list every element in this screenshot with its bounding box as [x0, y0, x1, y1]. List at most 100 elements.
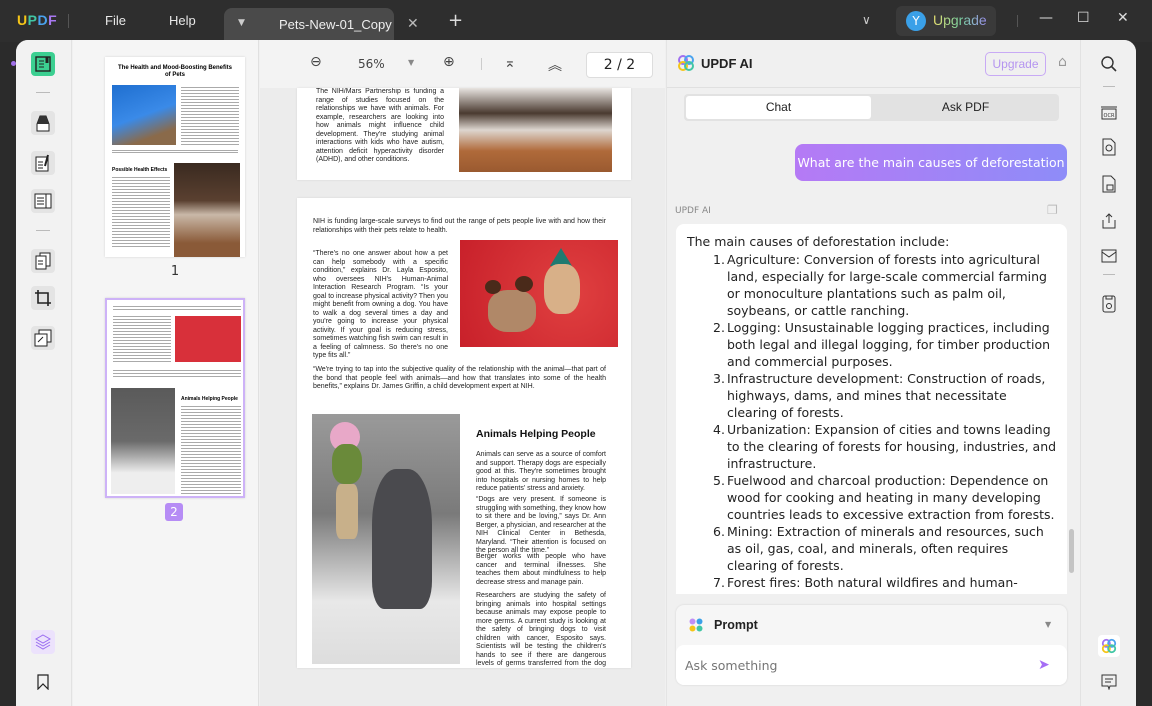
- chat-scrollbar[interactable]: [1069, 529, 1074, 573]
- text-lines: [113, 316, 171, 364]
- search-icon[interactable]: [1099, 54, 1119, 74]
- rail-divider: [1103, 274, 1115, 275]
- updf-ai-logo-icon: [678, 55, 694, 71]
- tab-ask-pdf[interactable]: Ask PDF: [874, 96, 1057, 119]
- response-item: 4. Urbanization: Expansion of cities and …: [713, 422, 1057, 471]
- organize-icon[interactable]: [31, 189, 55, 213]
- section-heading: Animals Helping People: [476, 428, 596, 440]
- intro-paragraph: NIH is funding large-scale surveys to fi…: [313, 218, 606, 234]
- esposito-quote: “There's no one answer about how a pet c…: [313, 250, 448, 359]
- text-lines: [112, 177, 170, 249]
- watermark-icon[interactable]: [31, 326, 55, 350]
- edit-text-icon[interactable]: [31, 151, 55, 175]
- page-number-input[interactable]: 2 / 2: [586, 52, 653, 78]
- text-lines: [113, 306, 241, 312]
- page1-paragraph: The NIH/Mars Partnership is funding a ra…: [316, 88, 444, 163]
- app-window: The Health and Mood-Boosting Benefits of…: [16, 40, 1136, 706]
- close-window-icon[interactable]: ✕: [1117, 10, 1129, 26]
- section-paragraph-4: Researchers are studying the safety of b…: [476, 592, 606, 667]
- thumbnail-page-1[interactable]: The Health and Mood-Boosting Benefits of…: [105, 57, 245, 257]
- tab-chat[interactable]: Chat: [686, 96, 871, 119]
- zoom-in-icon[interactable]: ⊕: [443, 54, 455, 70]
- document-viewer: ⊖ 56% ▼ ⊕ ⌅ ︽ 2 / 2 The NIH/Mars Partner…: [260, 40, 665, 706]
- ai-response: The main causes of deforestation include…: [676, 224, 1067, 594]
- highlighter-icon[interactable]: [31, 111, 55, 135]
- new-tab-icon[interactable]: +: [448, 10, 463, 31]
- gray-cat-photo: [312, 414, 460, 664]
- crop-icon[interactable]: [31, 286, 55, 310]
- bookmark-icon[interactable]: [31, 670, 55, 694]
- copy-icon[interactable]: ❐: [1047, 203, 1058, 217]
- save-icon[interactable]: [1099, 294, 1119, 314]
- page-number-1[interactable]: 1: [169, 264, 181, 279]
- ai-title: UPDF AI: [701, 56, 753, 71]
- upgrade-account-button[interactable]: Y Upgrade: [896, 6, 996, 36]
- response-item: 1. Agriculture: Conversion of forests int…: [713, 252, 1047, 318]
- dog-cat-photo: [174, 163, 240, 257]
- pdf-page-2: NIH is funding large-scale surveys to fi…: [297, 198, 631, 668]
- reader-mode-icon[interactable]: [31, 52, 55, 76]
- first-page-icon[interactable]: ⌅: [504, 55, 516, 71]
- tab-title: Pets-New-01_Copy: [279, 17, 392, 32]
- prompt-selector[interactable]: Prompt: [714, 618, 758, 632]
- cat-photo: [112, 85, 176, 145]
- ai-upgrade-button[interactable]: Upgrade: [985, 52, 1046, 76]
- prompt-dropdown-icon[interactable]: ▼: [1045, 620, 1051, 629]
- updf-logo: UPDF: [17, 12, 58, 28]
- ocr-icon[interactable]: OCR: [1099, 102, 1119, 122]
- svg-text:OCR: OCR: [1104, 113, 1115, 119]
- text-lines: [181, 406, 241, 494]
- prompt-icon: [689, 618, 703, 632]
- response-item: 5. Fuelwood and charcoal production: Depe…: [713, 473, 1055, 522]
- maximize-icon[interactable]: ☐: [1077, 10, 1090, 26]
- thumb-heading-2: Animals Helping People: [181, 396, 238, 402]
- email-icon[interactable]: [1099, 246, 1119, 266]
- rail-divider: [36, 92, 50, 93]
- tab-dropdown-icon[interactable]: ▼: [238, 18, 245, 28]
- title-divider: [68, 14, 69, 28]
- prompt-box: Prompt ▼ ➤: [676, 605, 1067, 685]
- menu-file[interactable]: File: [105, 13, 126, 28]
- layers-icon[interactable]: [31, 630, 55, 654]
- ask-input[interactable]: [676, 645, 1067, 685]
- thumbnail-page-2[interactable]: Animals Helping People: [105, 298, 245, 498]
- response-item: 6. Mining: Extraction of minerals and res…: [713, 524, 1044, 573]
- protect-icon[interactable]: [1099, 174, 1119, 194]
- rail-divider: [36, 230, 50, 231]
- document-tab[interactable]: ▼ Pets-New-01_Copy ✕: [224, 8, 419, 42]
- thumb-title: The Health and Mood-Boosting Benefits of…: [118, 65, 232, 78]
- section-paragraph-2: “Dogs are very present. If someone is st…: [476, 496, 606, 554]
- share-icon[interactable]: [1099, 211, 1119, 231]
- send-icon[interactable]: ➤: [1038, 657, 1050, 673]
- christmas-dogs-photo: [460, 240, 618, 347]
- page-number-2[interactable]: 2: [165, 503, 183, 521]
- text-lines: [113, 370, 241, 378]
- griffin-quote: “We're trying to tap into the subjective…: [313, 366, 606, 390]
- chevron-down-icon[interactable]: ∨: [862, 13, 871, 27]
- text-lines: [112, 150, 238, 154]
- right-tool-rail: OCR: [1080, 40, 1136, 706]
- ai-panel: UPDF AI Upgrade ⌂ Chat Ask PDF What are …: [666, 40, 1080, 706]
- updf-ai-icon[interactable]: [1098, 635, 1120, 657]
- menu-help[interactable]: Help: [169, 13, 196, 28]
- pages-icon[interactable]: [31, 249, 55, 273]
- response-item: 2. Logging: Unsustainable logging practic…: [713, 320, 1051, 369]
- text-lines: [181, 87, 239, 145]
- rail-divider: [1103, 86, 1115, 87]
- response-item: 3. Infrastructure development: Constructi…: [713, 371, 1046, 420]
- close-tab-icon[interactable]: ✕: [407, 16, 419, 32]
- avatar: Y: [906, 11, 926, 31]
- minimize-icon[interactable]: —: [1039, 10, 1053, 26]
- previous-page-icon[interactable]: ︽: [548, 55, 562, 75]
- clear-chat-icon[interactable]: ⌂: [1058, 54, 1067, 70]
- response-list: 1. Agriculture: Conversion of forests int…: [713, 251, 1057, 594]
- left-tool-rail: [16, 40, 72, 706]
- window-divider: [1017, 15, 1018, 27]
- zoom-dropdown-icon[interactable]: ▼: [408, 58, 414, 67]
- convert-icon[interactable]: [1099, 137, 1119, 157]
- zoom-out-icon[interactable]: ⊖: [310, 54, 322, 70]
- section-paragraph-3: Berger works with people who have cancer…: [476, 553, 606, 586]
- section-paragraph-1: Animals can serve as a source of comfort…: [476, 451, 606, 492]
- comment-icon[interactable]: [1099, 672, 1119, 692]
- zoom-level[interactable]: 56%: [358, 57, 385, 71]
